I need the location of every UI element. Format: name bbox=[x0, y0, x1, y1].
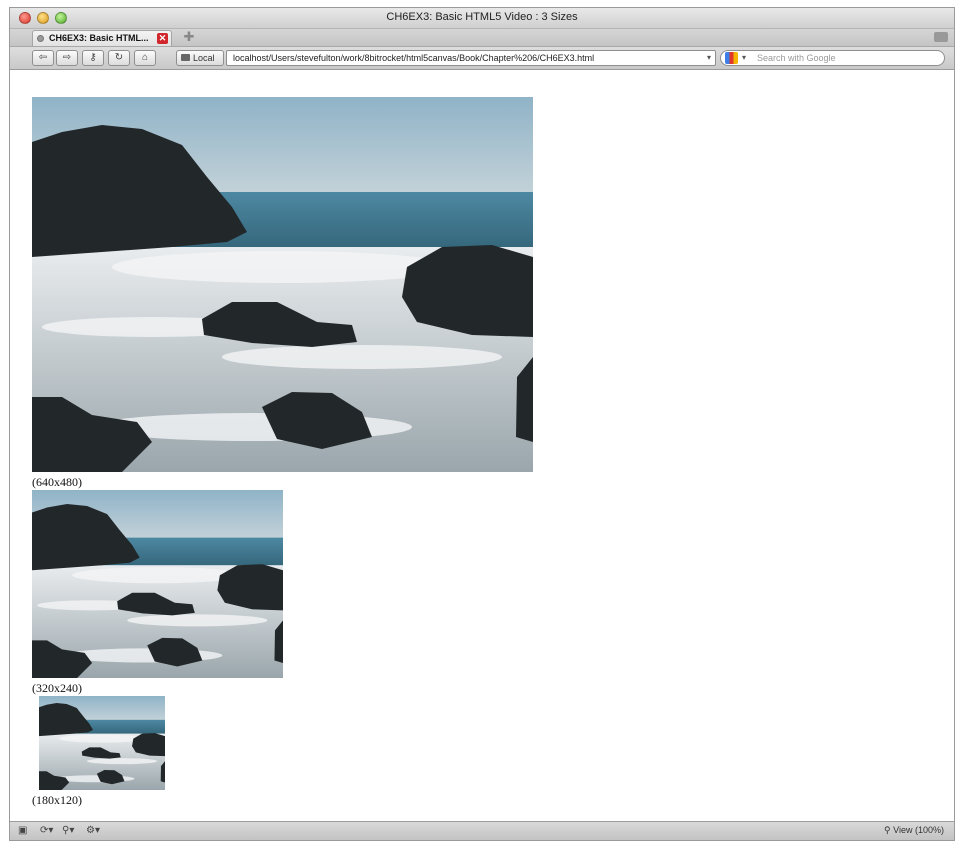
home-icon: ⌂ bbox=[141, 52, 149, 63]
tab-list-icon[interactable] bbox=[934, 32, 948, 42]
filter-icon[interactable]: ⚲▾ bbox=[62, 825, 74, 836]
key-button[interactable]: ⚷ bbox=[82, 50, 104, 66]
search-input[interactable]: ▾ Search with Google bbox=[720, 50, 945, 66]
navigation-toolbar: ⇦ ⇨ ⚷ ↻ ⌂ Local localhost/Users/steveful… bbox=[10, 47, 954, 70]
back-button[interactable]: ⇦ bbox=[32, 50, 54, 66]
sync-icon[interactable]: ⟳▾ bbox=[40, 825, 53, 836]
video-caption-small: (180x120) bbox=[32, 793, 82, 807]
forward-arrow-icon: ⇨ bbox=[62, 52, 72, 63]
tab-active[interactable]: CH6EX3: Basic HTML... ✕ bbox=[32, 30, 172, 46]
window-title: CH6EX3: Basic HTML5 Video : 3 Sizes bbox=[386, 11, 578, 23]
key-icon: ⚷ bbox=[89, 52, 97, 63]
video-320x240[interactable] bbox=[32, 490, 283, 678]
title-bar: CH6EX3: Basic HTML5 Video : 3 Sizes bbox=[10, 8, 954, 29]
tab-strip: CH6EX3: Basic HTML... ✕ ✚ bbox=[10, 29, 954, 47]
zoom-indicator[interactable]: ⚲ View (100%) bbox=[884, 825, 944, 836]
screen-icon bbox=[181, 54, 190, 61]
new-tab-icon[interactable]: ✚ bbox=[182, 30, 196, 44]
zoom-label: View (100%) bbox=[893, 825, 944, 835]
home-button[interactable]: ⌂ bbox=[134, 50, 156, 66]
back-arrow-icon: ⇦ bbox=[38, 52, 48, 63]
sidebar-toggle-icon[interactable]: ▣ bbox=[18, 825, 27, 836]
url-text: localhost/Users/stevefulton/work/8bitroc… bbox=[233, 53, 595, 63]
settings-icon[interactable]: ⚙▾ bbox=[86, 825, 100, 836]
page-content: (640x480) (320x240) (180x120) bbox=[10, 70, 954, 820]
chevron-down-icon[interactable]: ▾ bbox=[742, 51, 746, 65]
video-caption-large: (640x480) bbox=[32, 475, 82, 489]
search-placeholder: Search with Google bbox=[757, 53, 836, 63]
url-input[interactable]: localhost/Users/stevefulton/work/8bitroc… bbox=[226, 50, 716, 66]
reload-icon: ↻ bbox=[114, 52, 124, 63]
local-label: Local bbox=[193, 53, 215, 63]
magnifier-icon: ⚲ bbox=[884, 825, 891, 835]
video-frame-medium bbox=[32, 490, 283, 678]
status-bar: ▣ ⟳▾ ⚲▾ ⚙▾ ⚲ View (100%) bbox=[10, 821, 954, 840]
google-icon[interactable] bbox=[725, 52, 738, 64]
local-button[interactable]: Local bbox=[176, 50, 224, 66]
video-frame-large bbox=[32, 97, 533, 472]
tab-label: CH6EX3: Basic HTML... bbox=[49, 33, 149, 43]
forward-button[interactable]: ⇨ bbox=[56, 50, 78, 66]
chevron-down-icon[interactable]: ▾ bbox=[707, 51, 711, 65]
video-frame-small bbox=[39, 696, 165, 790]
page-favicon-icon bbox=[37, 35, 44, 42]
video-640x480[interactable] bbox=[32, 97, 533, 472]
video-caption-medium: (320x240) bbox=[32, 681, 82, 695]
reload-button[interactable]: ↻ bbox=[108, 50, 130, 66]
video-180x120[interactable] bbox=[39, 696, 165, 790]
close-tab-icon[interactable]: ✕ bbox=[157, 33, 168, 44]
browser-window: CH6EX3: Basic HTML5 Video : 3 Sizes CH6E… bbox=[9, 7, 955, 841]
